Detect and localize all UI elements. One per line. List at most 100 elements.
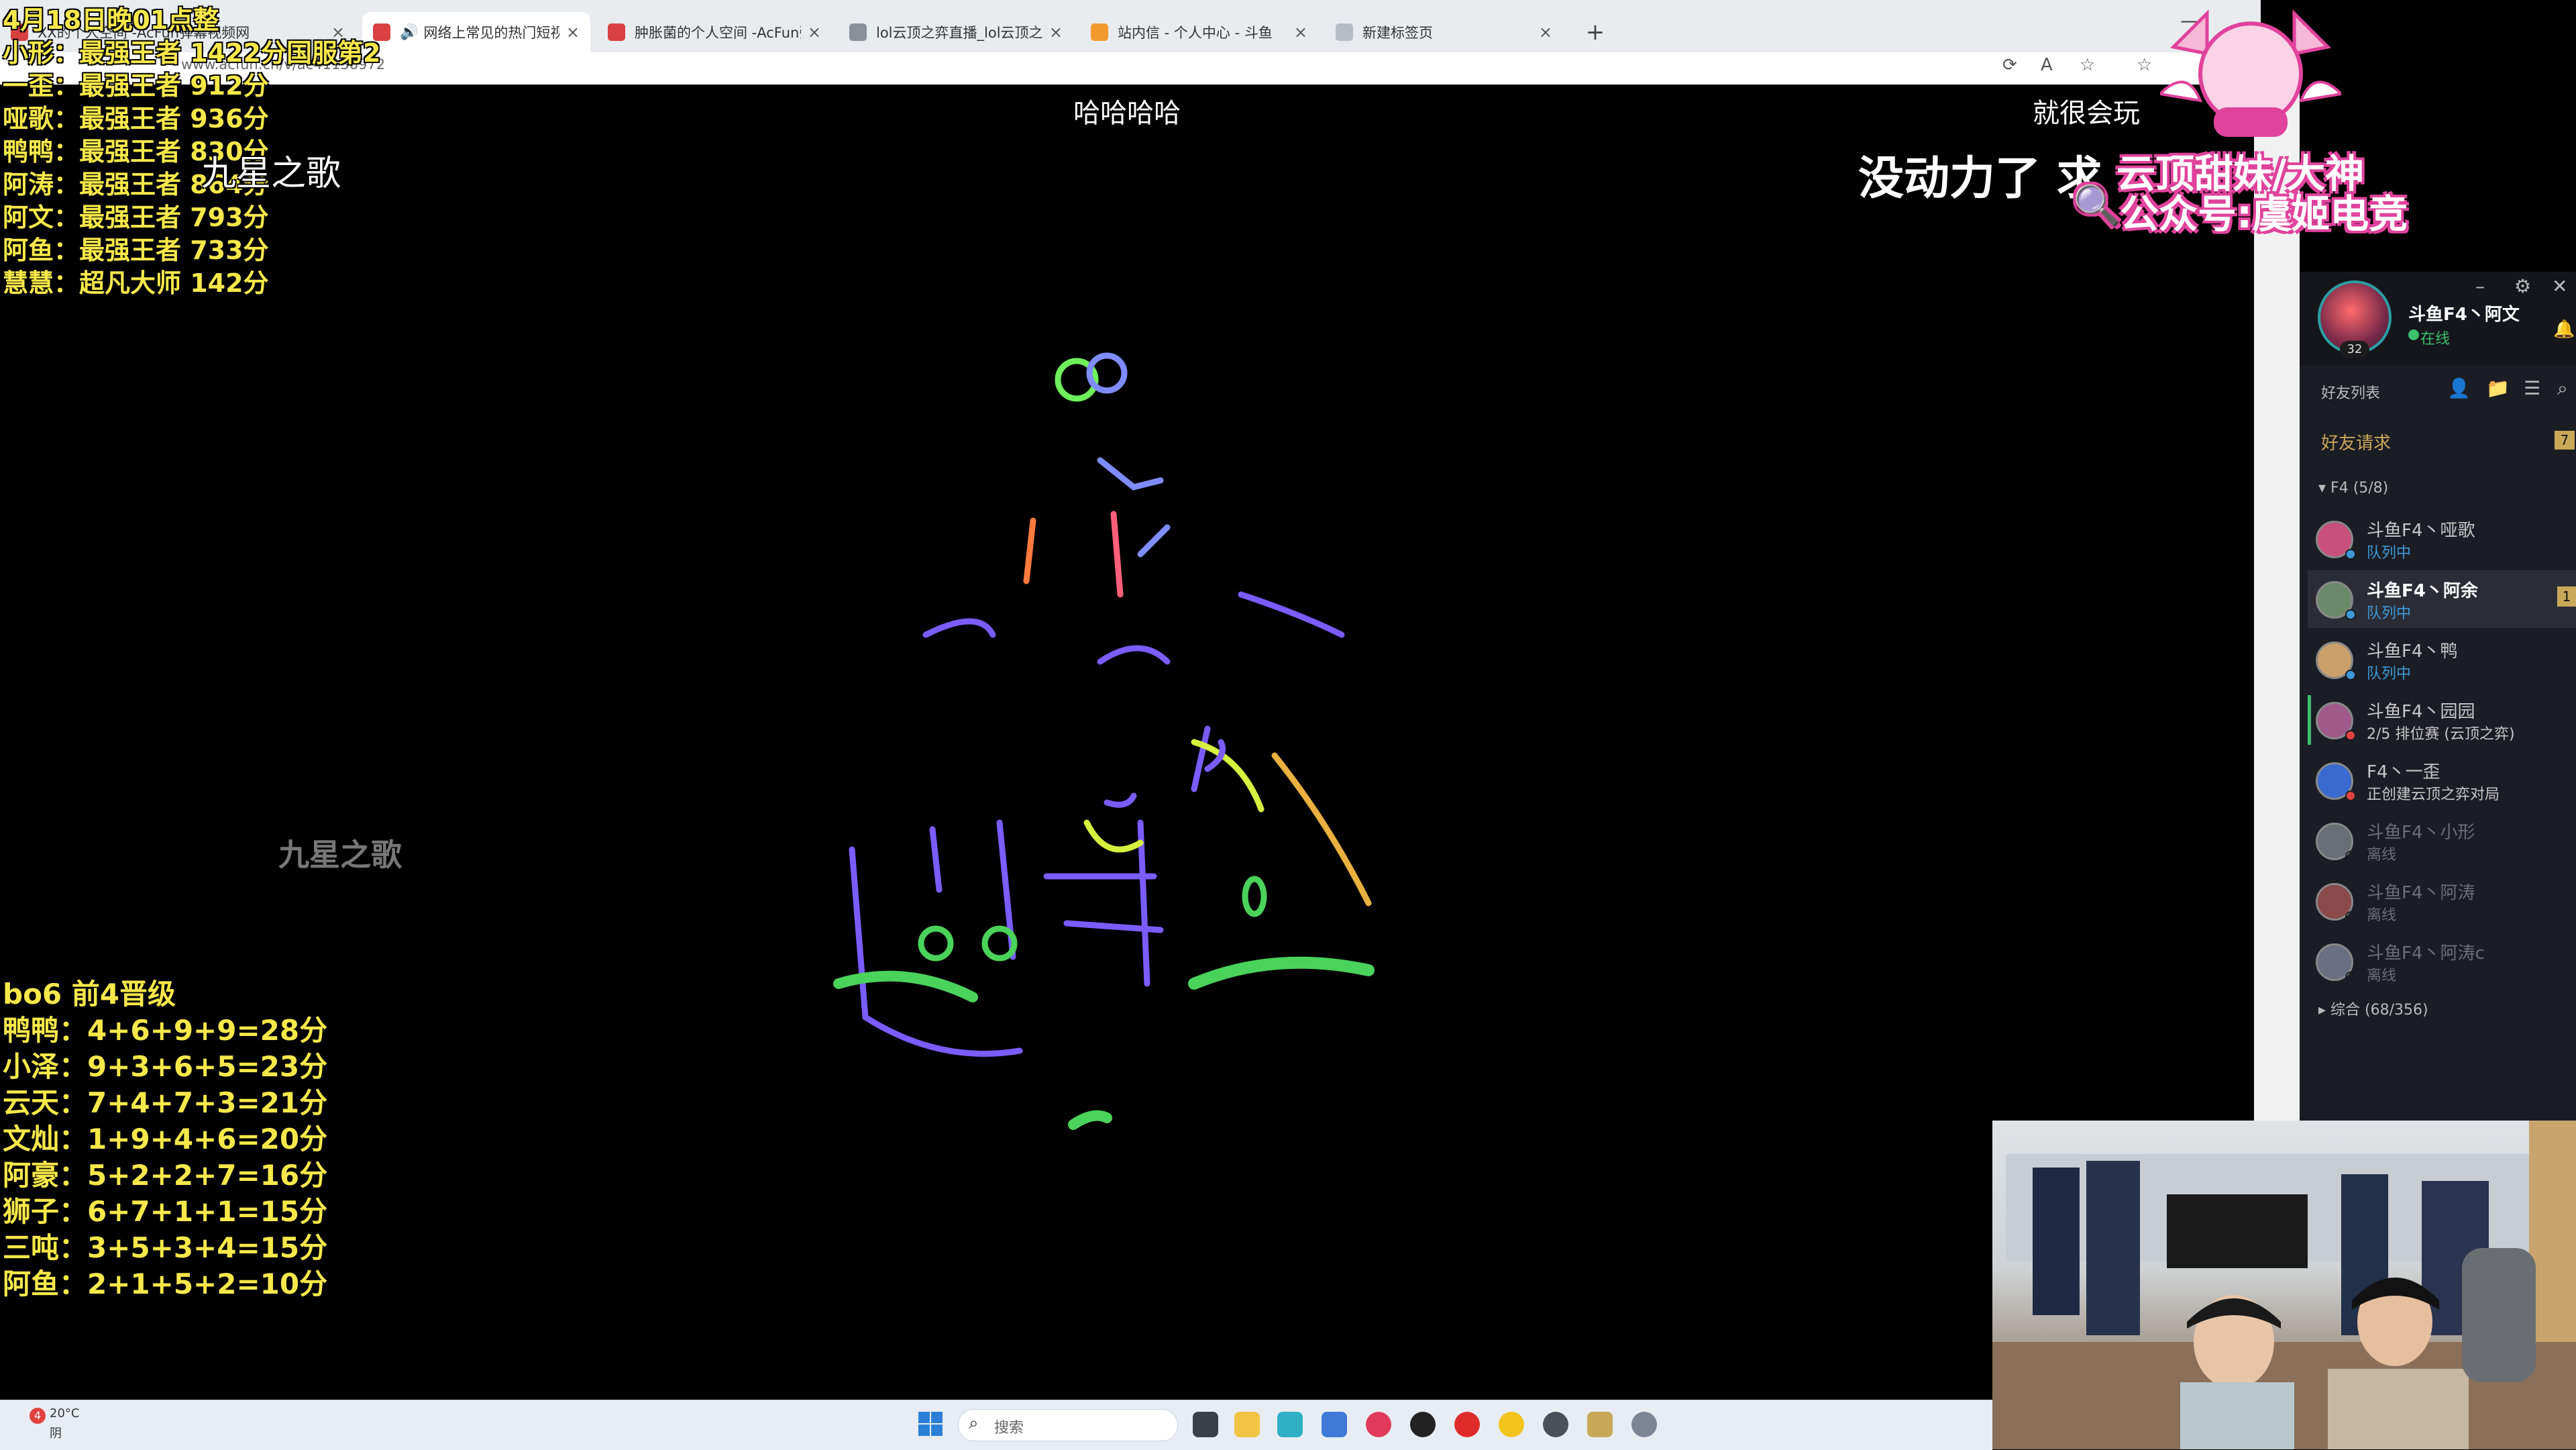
overlay-line: 阿鱼：2+1+5+2=10分: [3, 1267, 328, 1300]
settings-icon[interactable]: [1631, 1412, 1657, 1437]
task-view-icon[interactable]: [1193, 1412, 1218, 1437]
tab-title: 肿胀菌的个人空间 -AcFun弹幕视频网: [635, 25, 801, 41]
douyu-icon: [1091, 23, 1108, 41]
friend-status: 正创建云顶之弈对局: [2367, 786, 2500, 803]
status-dot-icon: [2345, 549, 2356, 560]
favorite-star-icon[interactable]: ☆: [2080, 55, 2095, 75]
streamer-logo-icon: [2157, 7, 2345, 148]
overlay-line: 4月18日晚01点整: [3, 5, 219, 35]
browser-tab[interactable]: lol云顶之弈直播_lol云顶之弈直播 ×: [839, 12, 1073, 52]
friend-row[interactable]: 斗鱼F4丶鸭 队列中: [2308, 631, 2576, 688]
music-app-icon[interactable]: [1366, 1412, 1391, 1437]
friend-row[interactable]: 斗鱼F4丶小形 离线: [2308, 812, 2576, 870]
tab-close-icon[interactable]: ×: [566, 23, 580, 42]
refresh-icon[interactable]: ⟳: [2002, 55, 2017, 75]
search-icon[interactable]: ⌕: [2557, 377, 2568, 400]
friend-name: 斗鱼F4丶阿涛c: [2367, 943, 2485, 964]
acfun-icon: [608, 23, 625, 41]
status-dot-icon: [2345, 730, 2356, 741]
watermark-center: 九星之歌: [278, 837, 402, 873]
friend-status: 离线: [2367, 907, 2397, 924]
panel-close-icon[interactable]: ✕: [2552, 275, 2567, 297]
new-tab-button[interactable]: +: [1576, 12, 1614, 52]
add-folder-icon[interactable]: 📁: [2486, 377, 2510, 399]
windows-start-icon[interactable]: [918, 1411, 943, 1437]
overlay-line: 三吨：3+5+3+4=15分: [3, 1231, 328, 1264]
overlay-line: bo6 前4晋级: [3, 978, 176, 1011]
weather-badge: 4: [30, 1408, 46, 1424]
overlay-line: 阿豪：5+2+2+7=16分: [3, 1159, 328, 1192]
rank-overlay: 4月18日晚01点整 小形：最强王者 1422分国服第2 一歪：最强王者 912分哑…: [3, 4, 380, 300]
pink-gongzhonghao: 公众号:虞姬电竞: [2120, 191, 2408, 237]
in-game-indicator: [2308, 695, 2311, 745]
my-status[interactable]: 在线: [2420, 327, 2450, 348]
pink-search-icon: 🔍: [2073, 183, 2122, 228]
obs-icon[interactable]: [1410, 1412, 1436, 1437]
status-dot-icon: [2345, 670, 2356, 680]
friend-status: 离线: [2367, 968, 2397, 984]
store-icon[interactable]: [1322, 1412, 1347, 1437]
edge-browser-icon[interactable]: [1277, 1412, 1303, 1437]
collections-icon[interactable]: ☆: [2137, 55, 2152, 75]
friend-status: 2/5 排位赛 (云顶之弈): [2367, 726, 2515, 743]
game-client-icon[interactable]: [1543, 1412, 1568, 1437]
friend-row[interactable]: 斗鱼F4丶园园 2/5 排位赛 (云顶之弈): [2308, 691, 2576, 749]
panel-settings-icon[interactable]: ⚙: [2514, 275, 2531, 297]
status-dot-icon: [2345, 972, 2356, 982]
list-view-icon[interactable]: ☰: [2524, 377, 2540, 399]
add-friend-icon[interactable]: 👤: [2447, 377, 2471, 399]
read-aloud-icon[interactable]: A: [2041, 55, 2053, 75]
friends-list-title: 好友列表: [2321, 385, 2381, 402]
group-f4-label: F4 (5/8): [2330, 480, 2389, 497]
netease-icon[interactable]: [1454, 1412, 1480, 1437]
chrome-icon[interactable]: [1499, 1412, 1524, 1437]
watermark-top: 九星之歌: [201, 154, 341, 194]
friend-status: 队列中: [2367, 666, 2412, 682]
tab-title: lol云顶之弈直播_lol云顶之弈直播: [876, 25, 1042, 41]
weather-description[interactable]: 阴: [50, 1424, 62, 1441]
browser-tab[interactable]: 🔊 网络上常见的热门短视频集锦 ×: [362, 12, 590, 52]
online-dot-icon: [2408, 329, 2419, 340]
panel-minimize-icon[interactable]: –: [2475, 275, 2485, 297]
overlay-line: 一歪：最强王者 912分: [3, 71, 269, 101]
notification-bell-icon[interactable]: 🔔: [2553, 319, 2575, 340]
taskbar-search-input[interactable]: [958, 1409, 1178, 1441]
tab-close-icon[interactable]: ×: [1539, 23, 1552, 42]
friend-name: 斗鱼F4丶园园: [2367, 702, 2475, 722]
speaker-icon[interactable]: 🔊: [400, 24, 418, 41]
friend-row[interactable]: 斗鱼F4丶阿涛c 离线: [2308, 933, 2576, 990]
webcam-feed: [1992, 1121, 2576, 1449]
friend-row[interactable]: F4丶一歪 正创建云顶之弈对局: [2308, 752, 2576, 809]
browser-tab[interactable]: 站内信 - 个人中心 - 斗鱼 ×: [1080, 12, 1318, 52]
file-explorer-icon[interactable]: [1234, 1412, 1260, 1437]
friend-name: 斗鱼F4丶哑歌: [2367, 521, 2475, 541]
big-caption: 没动力了 求: [1858, 152, 2102, 205]
search-icon: ⌕: [969, 1413, 979, 1433]
group-f4-header[interactable]: ▾ F4 (5/8): [2318, 480, 2388, 497]
lol-icon: [849, 23, 867, 41]
status-dot-icon: [2345, 609, 2356, 620]
friend-request-count: 7: [2555, 431, 2575, 450]
tab-close-icon[interactable]: ×: [808, 23, 821, 42]
overlay-line: 小泽：9+3+6+5=23分: [3, 1050, 328, 1083]
weather-temperature[interactable]: 20°C: [50, 1406, 79, 1420]
browser-tab[interactable]: 肿胀菌的个人空间 -AcFun弹幕视频网 ×: [597, 12, 832, 52]
group-all-header[interactable]: ▸ 综合 (68/356): [2318, 998, 2428, 1019]
status-dot-icon: [2345, 851, 2356, 862]
chevron-down-icon: ▾: [2318, 480, 2331, 497]
league-client-icon[interactable]: [1587, 1412, 1613, 1437]
friend-row[interactable]: 斗鱼F4丶哑歌 队列中: [2308, 510, 2576, 568]
overlay-line: 小形：最强王者 1422分国服第2: [3, 38, 381, 68]
overlay-line: 云天：7+4+7+3=21分: [3, 1086, 328, 1119]
tab-title: 新建标签页: [1362, 25, 1433, 41]
browser-tab[interactable]: 新建标签页 ×: [1325, 12, 1563, 52]
subtitle-left: 哈哈哈哈: [1073, 98, 1181, 129]
tab-close-icon[interactable]: ×: [1294, 23, 1307, 42]
score-overlay: bo6 前4晋级 鸭鸭：4+6+9+9=28分 小泽：9+3+6+5=23分 云天：7…: [3, 976, 327, 1302]
friend-row[interactable]: 斗鱼F4丶阿涛 离线: [2308, 872, 2576, 930]
friend-requests-link[interactable]: 好友请求: [2321, 429, 2391, 454]
friend-row[interactable]: 斗鱼F4丶阿余 队列中 1: [2308, 570, 2576, 628]
tab-close-icon[interactable]: ×: [1049, 23, 1063, 42]
friend-status: 队列中: [2367, 605, 2412, 622]
friend-status: 队列中: [2367, 545, 2412, 562]
